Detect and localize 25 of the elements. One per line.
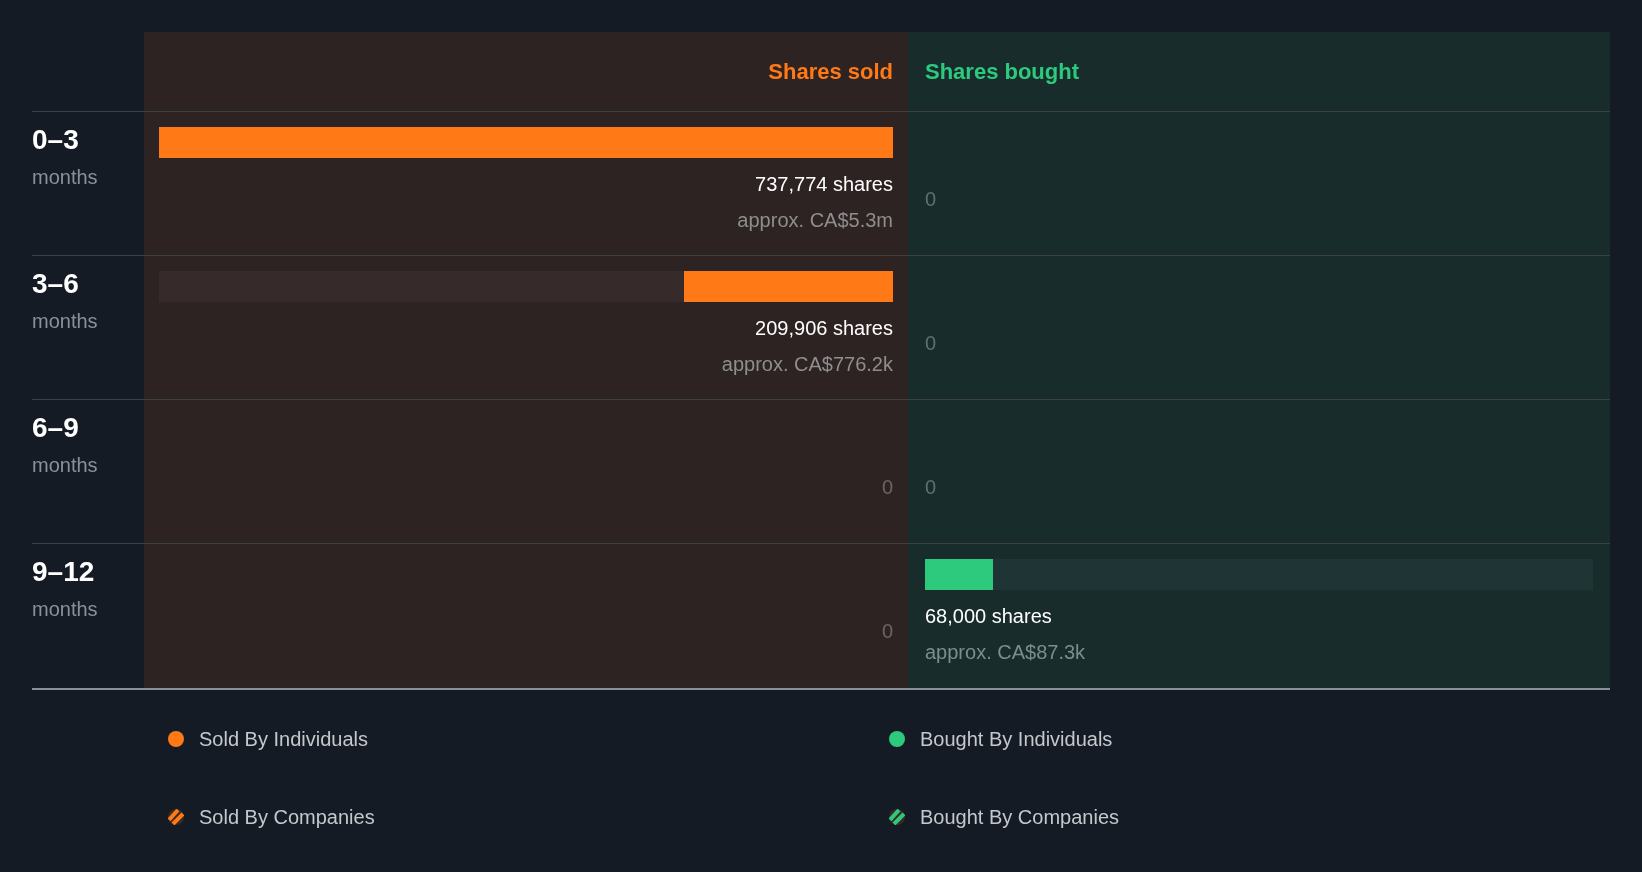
period-unit: months [32,165,98,190]
share-count: 68,000 shares [925,604,1052,629]
zero-value: 0 [925,331,937,356]
share-count: 209,906 shares [755,316,893,341]
period-unit: months [32,309,98,334]
zero-value: 0 [881,619,893,644]
period-label: 9–12 [32,555,95,589]
legend-label: Bought By Individuals [920,727,1113,752]
legend-label: Bought By Companies [920,805,1119,830]
period-unit: months [32,597,98,622]
zero-value: 0 [925,475,937,500]
share-count: 737,774 shares [755,172,893,197]
zero-value: 0 [881,475,893,500]
legend-label: Sold By Individuals [199,727,368,752]
approx-value: approx. CA$5.3m [737,208,893,233]
period-label: 0–3 [32,123,79,157]
period-label: 6–9 [32,411,79,445]
column-header: Shares sold [768,58,893,86]
period-label: 3–6 [32,267,79,301]
approx-value: approx. CA$776.2k [721,352,893,377]
column-header: Shares bought [925,58,1079,86]
legend-label: Sold By Companies [199,805,375,830]
zero-value: 0 [925,187,937,212]
approx-value: approx. CA$87.3k [925,640,1086,665]
period-unit: months [32,453,98,478]
